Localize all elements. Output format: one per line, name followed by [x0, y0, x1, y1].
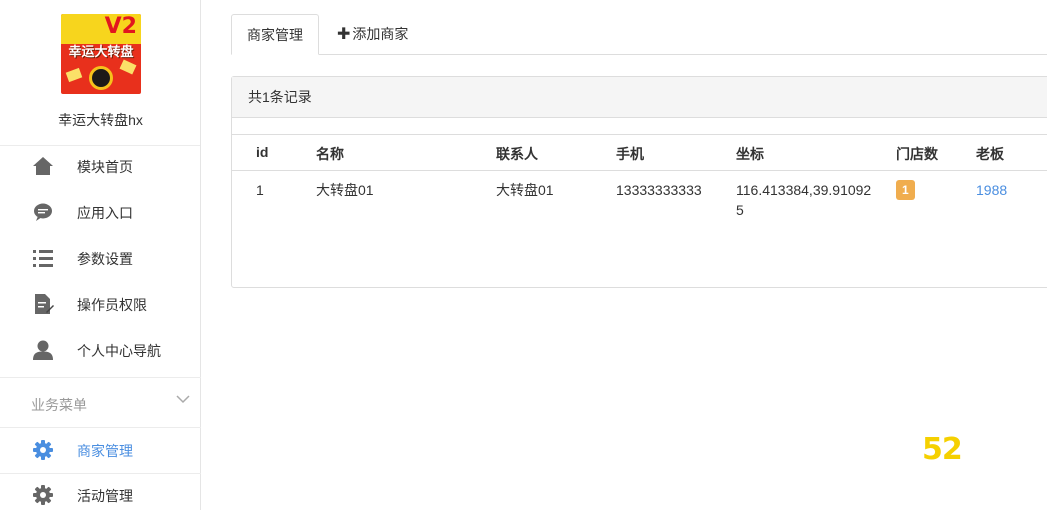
sidebar-item-label: 应用入口	[77, 205, 133, 221]
sidebar-item-activity-management[interactable]: 活动管理	[0, 472, 201, 518]
business-menu-toggle[interactable]: 业务菜单	[0, 378, 201, 428]
sidebar-item-personal-center-nav[interactable]: 个人中心导航	[0, 327, 201, 373]
record-count: 共1条记录	[232, 77, 1047, 118]
tab-bar: 商家管理 ✚ 添加商家	[231, 14, 1047, 55]
sidebar-item-label: 操作员权限	[77, 297, 147, 313]
home-icon	[32, 155, 54, 177]
column-header-name: 名称	[316, 146, 344, 162]
column-header-store-count: 门店数	[896, 146, 938, 162]
sidebar-item-module-home[interactable]: 模块首页	[0, 143, 201, 189]
watermark-logo: 52	[922, 432, 963, 467]
cell-id: 1	[256, 182, 264, 198]
sidebar-item-app-entry[interactable]: 应用入口	[0, 189, 201, 235]
sidebar-item-merchant-management[interactable]: 商家管理	[0, 427, 201, 473]
boss-link[interactable]: 1988	[976, 180, 1007, 200]
cell-coordinates: 116.413384,39.91092 5	[736, 182, 872, 218]
divider	[232, 134, 1047, 135]
sidebar-item-label: 模块首页	[77, 159, 133, 175]
sidebar-item-label: 活动管理	[77, 488, 133, 504]
document-edit-icon	[32, 293, 54, 315]
sidebar-item-label: 个人中心导航	[77, 343, 161, 359]
group-label: 业务菜单	[31, 397, 87, 413]
gear-icon	[32, 484, 54, 506]
tab-add-merchant[interactable]: ✚ 添加商家	[322, 14, 423, 55]
cell-contact: 大转盘01	[496, 182, 554, 198]
tab-label: 添加商家	[352, 26, 409, 42]
column-header-contact: 联系人	[496, 146, 538, 162]
column-header-phone: 手机	[616, 146, 644, 162]
merchant-list-panel: 共1条记录 id 名称 联系人 手机 坐标 门店数 老板 1 大转盘01 大转盘…	[231, 76, 1047, 288]
cell-name: 大转盘01	[316, 182, 374, 198]
sidebar: V2 幸运大转盘 幸运大转盘hx 模块首页 应用入口 参数设置 操作员权限 个人…	[0, 0, 201, 510]
store-count-badge[interactable]: 1	[896, 180, 915, 200]
plus-icon: ✚	[337, 26, 351, 43]
column-header-boss: 老板	[976, 146, 1004, 162]
chat-bubble-icon	[32, 201, 54, 223]
tab-merchant-management[interactable]: 商家管理	[231, 14, 319, 55]
sidebar-item-operator-permissions[interactable]: 操作员权限	[0, 281, 201, 327]
sidebar-item-params[interactable]: 参数设置	[0, 235, 201, 281]
cell-phone: 13333333333	[616, 182, 702, 198]
list-icon	[32, 247, 54, 269]
divider	[232, 170, 1047, 171]
user-icon	[32, 339, 54, 361]
sidebar-item-label: 参数设置	[77, 251, 133, 267]
app-name: 幸运大转盘hx	[58, 112, 143, 128]
gear-icon	[32, 439, 54, 461]
chevron-down-icon	[176, 392, 190, 409]
column-header-coordinates: 坐标	[736, 146, 764, 162]
app-logo: V2 幸运大转盘	[61, 14, 141, 94]
column-header-id: id	[256, 144, 269, 160]
app-header: V2 幸运大转盘 幸运大转盘hx	[0, 0, 200, 146]
sidebar-item-label: 商家管理	[77, 443, 133, 459]
